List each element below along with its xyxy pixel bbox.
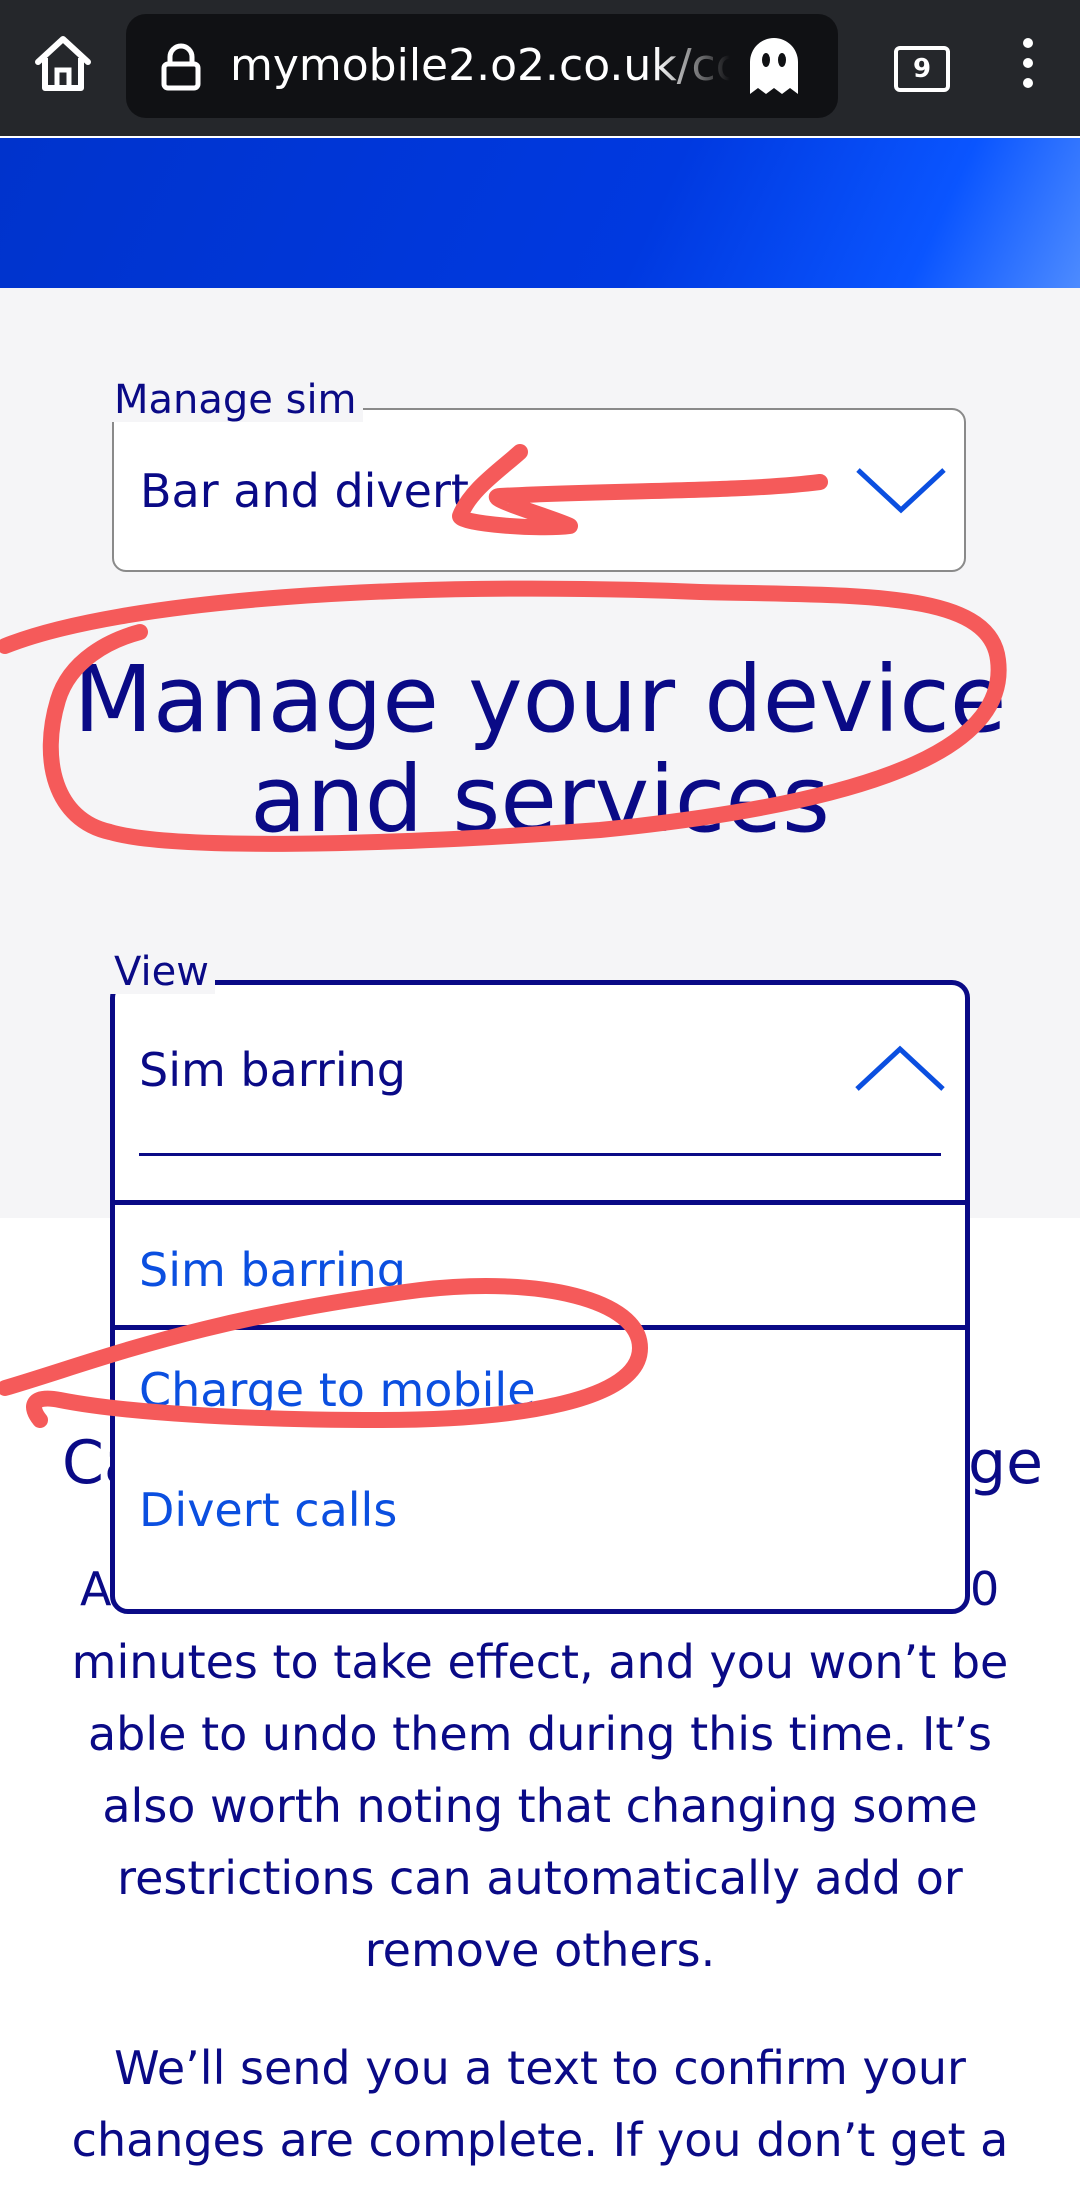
- view-select-dropdown[interactable]: Sim barring Sim barring Charge to mobile…: [110, 980, 970, 1614]
- browser-toolbar: mymobile2.o2.co.uk/co 9: [0, 0, 1080, 136]
- confirmation-paragraph: We’ll send you a text to confirm your ch…: [71, 2041, 1009, 2167]
- lock-icon: [156, 42, 206, 92]
- more-menu-icon[interactable]: [1016, 38, 1040, 98]
- section-heading-end: ge: [968, 1428, 1043, 1498]
- url-text[interactable]: mymobile2.o2.co.uk/co: [230, 40, 730, 92]
- address-bar[interactable]: mymobile2.o2.co.uk/co: [126, 14, 838, 118]
- option-charge-to-mobile[interactable]: Charge to mobile: [139, 1363, 536, 1417]
- manage-sim-label: Manage sim: [108, 378, 363, 422]
- view-label: View: [108, 950, 215, 994]
- paragraph-start: A: [80, 1562, 112, 1616]
- dropdown-divider: [115, 1200, 965, 1205]
- option-divert-calls[interactable]: Divert calls: [139, 1483, 397, 1537]
- option-sim-barring[interactable]: Sim barring: [139, 1243, 406, 1297]
- manage-sim-select[interactable]: Bar and divert: [112, 408, 966, 572]
- info-paragraph: minutes to take effect, and you won’t be…: [71, 1635, 1009, 1977]
- ghost-icon[interactable]: [744, 32, 804, 100]
- manage-sim-value: Bar and divert: [140, 464, 469, 518]
- home-icon[interactable]: [30, 30, 96, 96]
- option-divider: [115, 1325, 965, 1330]
- header-banner: [0, 138, 1080, 288]
- page-title: Manage your device and services: [73, 646, 1007, 853]
- chevron-down-icon: [854, 466, 948, 516]
- tab-switcher-button[interactable]: 9: [894, 46, 950, 92]
- view-selected-value[interactable]: Sim barring: [139, 1043, 406, 1097]
- select-underline: [139, 1153, 941, 1156]
- paragraph-end: 0: [970, 1562, 1000, 1616]
- chevron-up-icon[interactable]: [853, 1043, 947, 1093]
